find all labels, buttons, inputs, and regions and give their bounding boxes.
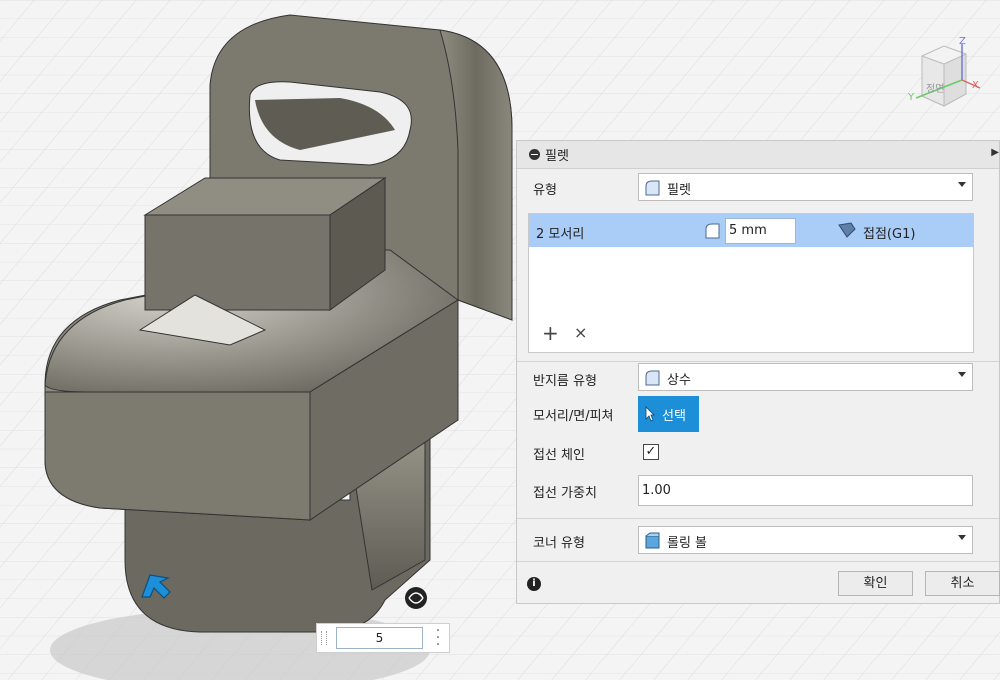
- value-input-box[interactable]: 5 · · ·: [316, 623, 450, 653]
- edge-count: 2 모서리: [536, 227, 585, 242]
- chevron-down-icon: [958, 535, 966, 540]
- radius-input[interactable]: 5 mm: [725, 218, 796, 244]
- chevron-down-icon: [958, 182, 966, 187]
- panel-header[interactable]: 필렛 ▶: [517, 141, 999, 169]
- type-dropdown[interactable]: 필렛: [638, 173, 973, 201]
- select-button[interactable]: 선택: [638, 396, 699, 432]
- continuity-value[interactable]: 접점(G1): [863, 223, 915, 242]
- model-base-front: [44, 391, 311, 521]
- info-icon[interactable]: i: [527, 577, 541, 591]
- edge-face-feature-label: 모서리/면/피쳐: [533, 409, 614, 424]
- collapse-icon[interactable]: [529, 149, 540, 160]
- select-button-label: 선택: [662, 409, 686, 424]
- ok-button[interactable]: 확인: [838, 571, 913, 596]
- expand-arrow-icon[interactable]: ▶: [991, 147, 999, 158]
- x-axis-label: X: [972, 80, 979, 91]
- remove-edge-button[interactable]: ×: [574, 325, 587, 341]
- corner-type-label: 코너 유형: [533, 536, 585, 551]
- z-axis-label: Z: [959, 36, 966, 47]
- viewcube-face-label[interactable]: 정면: [926, 80, 944, 95]
- tangent-chain-checkbox[interactable]: ✓: [643, 444, 659, 460]
- tangent-continuity-icon[interactable]: [837, 221, 857, 239]
- edge-row[interactable]: 2 모서리 5 mm 접점(G1): [529, 214, 973, 247]
- corner-type-value: 롤링 볼: [667, 536, 708, 551]
- tangent-weight-input[interactable]: 1.00: [638, 475, 973, 506]
- fillet-icon: [645, 180, 660, 196]
- divider: [517, 561, 999, 562]
- chevron-down-icon: [958, 372, 966, 377]
- cursor-icon: [645, 406, 655, 422]
- y-axis-label: Y: [908, 92, 915, 103]
- view-cube[interactable]: 정면 Z X Y: [904, 36, 984, 122]
- cancel-button[interactable]: 취소: [925, 571, 1000, 596]
- divider: [517, 361, 999, 362]
- radius-icon: [705, 223, 720, 239]
- more-options-icon[interactable]: · · ·: [435, 624, 441, 652]
- constant-radius-icon: [645, 370, 660, 386]
- tangent-chain-label: 접선 체인: [533, 448, 585, 463]
- add-edge-button[interactable]: +: [542, 323, 559, 343]
- type-label: 유형: [533, 183, 557, 198]
- radius-value-field[interactable]: 5: [336, 627, 423, 649]
- drag-grip-icon[interactable]: [321, 631, 327, 645]
- tangent-weight-label: 접선 가중치: [533, 486, 597, 501]
- fillet-panel: 필렛 ▶ 유형 필렛 2 모서리 5 mm 접점(G1) + × 반지름 유형: [516, 140, 1000, 604]
- divider: [517, 518, 999, 519]
- radius-type-label: 반지름 유형: [533, 374, 597, 389]
- model-top-block-front: [144, 214, 331, 311]
- radius-type-dropdown[interactable]: 상수: [638, 363, 973, 391]
- radius-type-value: 상수: [667, 373, 691, 388]
- rolling-ball-icon: [645, 532, 660, 549]
- panel-title: 필렛: [545, 149, 569, 164]
- corner-type-dropdown[interactable]: 롤링 볼: [638, 526, 973, 554]
- type-value: 필렛: [667, 183, 691, 198]
- edge-selection-table[interactable]: 2 모서리 5 mm 접점(G1) + ×: [528, 213, 974, 353]
- rotate-handle-icon[interactable]: [405, 587, 427, 609]
